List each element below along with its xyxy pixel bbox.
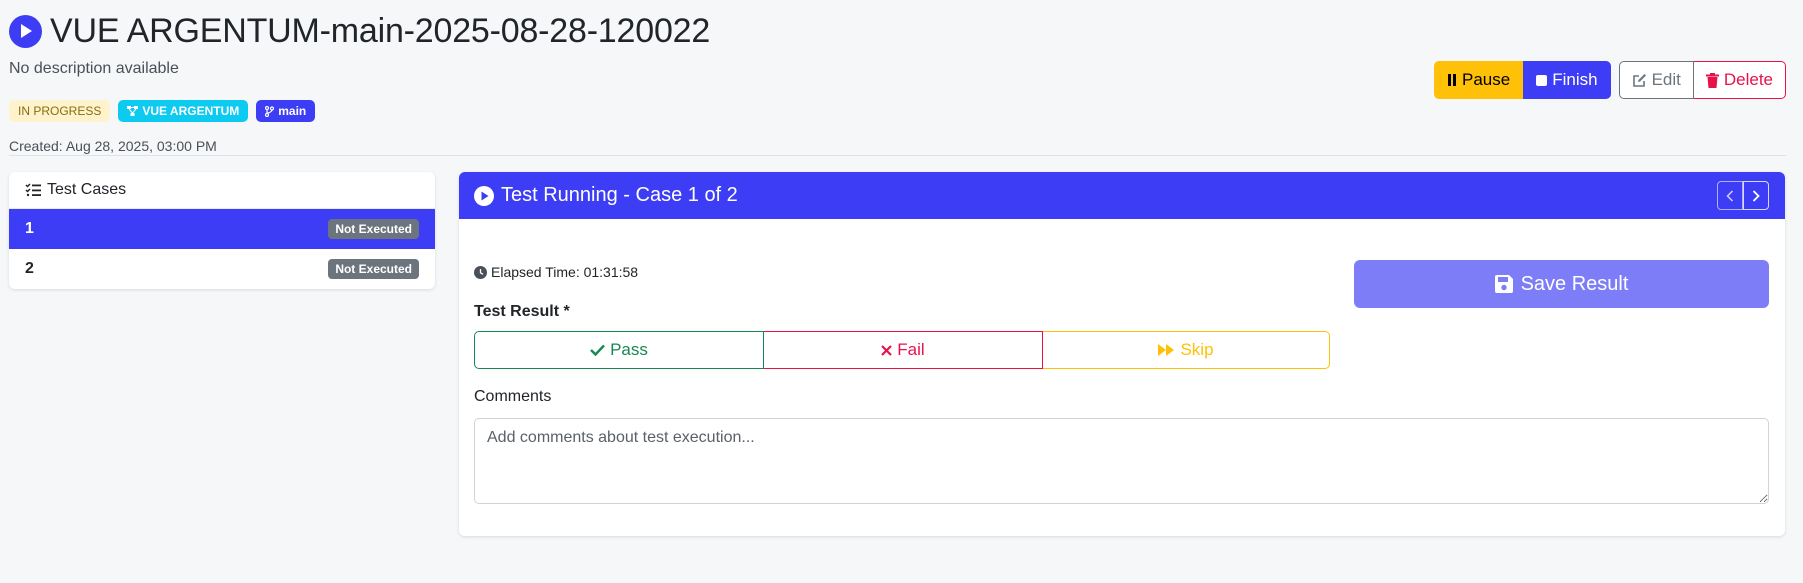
status-badge: IN PROGRESS: [9, 100, 111, 122]
skip-label: Skip: [1180, 340, 1214, 359]
next-case-button[interactable]: [1743, 181, 1769, 210]
project-badge-label: VUE ARGENTUM: [142, 104, 240, 118]
case-navigation: [1717, 181, 1769, 210]
pass-button[interactable]: Pass: [474, 331, 764, 369]
test-case-sidebar: Test Cases 1 Not Executed 2 Not Executed: [9, 172, 435, 289]
test-run-card: Test Running - Case 1 of 2 Elapsed Time:…: [459, 172, 1785, 536]
edit-button[interactable]: Edit: [1618, 61, 1694, 99]
checklist-icon: [25, 183, 41, 197]
elapsed-time-text: Elapsed Time: 01:31:58: [491, 264, 639, 280]
delete-button[interactable]: Delete: [1693, 61, 1786, 99]
floppy-disk-icon: [1494, 275, 1513, 293]
test-result-options: Pass Fail Skip: [474, 331, 1330, 369]
finish-label: Finish: [1552, 70, 1598, 89]
sidebar-header: Test Cases: [9, 172, 435, 209]
test-run-header: Test Running - Case 1 of 2: [459, 172, 1785, 219]
test-result-label: Test Result *: [474, 303, 570, 320]
action-bar: Pause Finish Edit Delete: [1434, 61, 1786, 99]
previous-case-button[interactable]: [1717, 181, 1743, 210]
clock-icon: [474, 265, 487, 279]
git-branch-icon: [265, 105, 275, 117]
play-circle-icon: [9, 14, 42, 48]
page-title: VUE ARGENTUM-main-2025-08-28-120022: [50, 11, 711, 50]
project-badge: VUE ARGENTUM: [118, 100, 249, 122]
created-timestamp: Created: Aug 28, 2025, 03:00 PM: [9, 138, 217, 154]
fail-label: Fail: [897, 340, 925, 359]
pause-button[interactable]: Pause: [1434, 61, 1524, 99]
status-badge-label: IN PROGRESS: [18, 104, 102, 118]
skip-button[interactable]: Skip: [1043, 331, 1330, 369]
edit-icon: [1632, 73, 1646, 87]
branch-badge-label: main: [278, 104, 307, 118]
finish-button[interactable]: Finish: [1523, 61, 1611, 99]
badge-row: IN PROGRESS VUE ARGENTUM main: [9, 100, 316, 122]
branch-badge: main: [256, 100, 316, 122]
elapsed-time: Elapsed Time: 01:31:58: [474, 264, 638, 280]
save-result-label: Save Result: [1520, 272, 1629, 295]
delete-label: Delete: [1723, 70, 1773, 89]
fast-forward-icon: [1158, 344, 1175, 356]
comments-textarea[interactable]: [474, 418, 1769, 504]
save-result-button[interactable]: Save Result: [1354, 260, 1769, 308]
x-icon: [881, 344, 893, 356]
test-run-title: Test Running - Case 1 of 2: [501, 184, 738, 206]
page-header: VUE ARGENTUM-main-2025-08-28-120022 No d…: [9, 10, 1794, 154]
test-case-number: 2: [25, 260, 34, 277]
test-case-number: 1: [25, 220, 34, 237]
edit-label: Edit: [1651, 70, 1681, 89]
fail-button[interactable]: Fail: [764, 331, 1043, 369]
check-icon: [590, 344, 605, 356]
edit-delete-group: Edit Delete: [1618, 61, 1786, 99]
header-divider: [9, 155, 1786, 156]
title-row: VUE ARGENTUM-main-2025-08-28-120022: [9, 10, 1794, 52]
pass-label: Pass: [610, 340, 648, 359]
test-case-item-1[interactable]: 1 Not Executed: [9, 209, 435, 249]
pause-icon: [1448, 74, 1456, 86]
trash-icon: [1705, 72, 1719, 88]
test-case-item-2[interactable]: 2 Not Executed: [9, 249, 435, 289]
project-diagram-icon: [127, 106, 139, 116]
test-case-status-badge: Not Executed: [328, 259, 419, 279]
comments-label: Comments: [474, 388, 552, 405]
description: No description available: [9, 60, 179, 77]
play-circle-icon: [474, 185, 494, 206]
chevron-right-icon: [1752, 189, 1760, 202]
chevron-left-icon: [1726, 189, 1734, 202]
sidebar-title: Test Cases: [47, 181, 127, 198]
stop-icon: [1536, 74, 1548, 86]
pause-label: Pause: [1462, 70, 1511, 89]
test-case-status-badge: Not Executed: [328, 219, 419, 239]
run-control-group: Pause Finish: [1434, 61, 1611, 99]
